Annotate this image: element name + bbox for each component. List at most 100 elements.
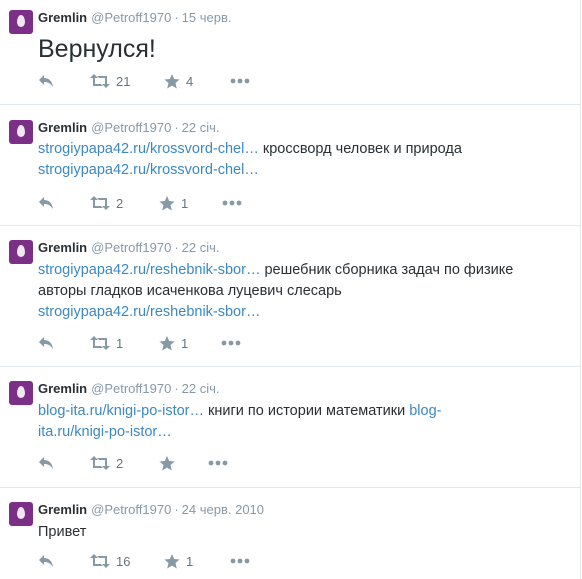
reply-button[interactable] <box>38 193 54 213</box>
more-button[interactable] <box>208 453 228 473</box>
more-button[interactable] <box>221 333 241 353</box>
timestamp[interactable]: 24 черв. 2010 <box>182 502 264 517</box>
more-icon <box>208 460 228 466</box>
favorite-button[interactable]: 1 <box>159 193 188 213</box>
user-name[interactable]: Gremlin <box>38 120 87 135</box>
user-handle[interactable]: @Petroff1970 <box>91 120 171 135</box>
reply-icon <box>38 554 54 568</box>
user-name[interactable]: Gremlin <box>38 381 87 396</box>
tweet-header: Gremlin @Petroff1970 · 22 січ. <box>38 381 220 397</box>
reply-button[interactable] <box>38 453 54 473</box>
more-button[interactable] <box>230 551 250 571</box>
favorite-button[interactable]: 1 <box>159 333 188 353</box>
retweet-count: 2 <box>116 195 124 211</box>
more-icon <box>221 340 241 346</box>
avatar[interactable] <box>9 502 33 526</box>
user-handle[interactable]: @Petroff1970 <box>91 381 171 396</box>
retweet-icon <box>90 74 110 88</box>
egg-icon <box>17 507 25 519</box>
tweet-text-plain: кроссворд человек и природа <box>258 141 462 157</box>
tweet-text-plain: книги по истории математики <box>204 403 410 419</box>
tweet-link[interactable]: strogiypapa42.ru/krossvord-chel… <box>38 162 259 178</box>
separator: · <box>174 120 179 135</box>
user-name[interactable]: Gremlin <box>38 502 87 517</box>
avatar[interactable] <box>9 120 33 144</box>
tweet[interactable]: Gremlin @Petroff1970 · 15 черв. Вернулся! 2… <box>0 0 581 105</box>
tweet-text-plain: решебник сборника задач по физике <box>260 262 514 278</box>
tweet-link[interactable]: blog-ita.ru/knigi-po-istor… <box>38 403 204 419</box>
egg-icon <box>17 125 25 137</box>
avatar[interactable] <box>9 240 33 264</box>
reply-icon <box>38 74 54 88</box>
egg-icon <box>17 15 25 27</box>
separator: · <box>174 381 179 396</box>
timestamp[interactable]: 22 січ. <box>182 120 220 135</box>
separator: · <box>174 10 179 25</box>
tweet[interactable]: Gremlin @Petroff1970 · 24 черв. 2010 Привет… <box>0 488 581 579</box>
user-name[interactable]: Gremlin <box>38 240 87 255</box>
retweet-count: 16 <box>116 553 131 569</box>
tweet-text: Привет <box>38 524 87 540</box>
user-name[interactable]: Gremlin <box>38 10 87 25</box>
tweet-link[interactable]: strogiypapa42.ru/reshebnik-sbor… <box>38 262 260 278</box>
separator: · <box>174 240 179 255</box>
retweet-button[interactable]: 21 <box>90 71 130 91</box>
tweet-link[interactable]: ita.ru/knigi-po-istor… <box>38 424 172 440</box>
favorite-icon <box>159 195 175 211</box>
retweet-count: 1 <box>116 335 124 351</box>
tweet-header: Gremlin @Petroff1970 · 15 черв. <box>38 10 231 26</box>
tweet[interactable]: Gremlin @Petroff1970 · 22 січ. blog-ita.ru/… <box>0 367 581 488</box>
favorite-button[interactable]: 4 <box>164 71 193 91</box>
tweet-link[interactable]: strogiypapa42.ru/reshebnik-sbor… <box>38 304 260 320</box>
retweet-button[interactable]: 2 <box>90 193 123 213</box>
retweet-icon <box>90 554 110 568</box>
favorite-icon <box>159 335 175 351</box>
reply-icon <box>38 196 54 210</box>
user-handle[interactable]: @Petroff1970 <box>91 502 171 517</box>
timestamp[interactable]: 22 січ. <box>182 240 220 255</box>
timestamp[interactable]: 15 черв. <box>182 10 232 25</box>
egg-icon <box>17 386 25 398</box>
retweet-button[interactable]: 1 <box>90 333 123 353</box>
tweet-link[interactable]: strogiypapa42.ru/krossvord-chel… <box>38 141 259 157</box>
reply-button[interactable] <box>38 551 54 571</box>
tweet-text-plain: авторы гладков исаченкова луцевич слесар… <box>38 283 342 299</box>
retweet-button[interactable]: 16 <box>90 551 130 571</box>
favorite-button[interactable] <box>159 453 181 473</box>
more-icon <box>230 78 250 84</box>
favorite-count: 4 <box>186 73 194 89</box>
tweet[interactable]: Gremlin @Petroff1970 · 22 січ. strogiypapa4… <box>0 226 581 367</box>
avatar[interactable] <box>9 381 33 405</box>
favorite-count: 1 <box>186 553 194 569</box>
reply-button[interactable] <box>38 71 54 91</box>
more-button[interactable] <box>222 193 242 213</box>
tweet-text: strogiypapa42.ru/krossvord-chel… кроссво… <box>38 139 573 181</box>
more-icon <box>230 558 250 564</box>
retweet-count: 21 <box>116 73 131 89</box>
favorite-icon <box>164 73 180 89</box>
tweet-text: Вернулся! <box>38 35 156 63</box>
favorite-count: 1 <box>181 335 189 351</box>
user-handle[interactable]: @Petroff1970 <box>91 240 171 255</box>
reply-icon <box>38 456 54 470</box>
more-button[interactable] <box>230 71 250 91</box>
favorite-count: 1 <box>181 195 189 211</box>
tweet-text: blog-ita.ru/knigi-po-istor… книги по ист… <box>38 401 573 443</box>
avatar[interactable] <box>9 10 33 34</box>
tweet-link[interactable]: blog- <box>409 403 441 419</box>
retweet-icon <box>90 336 110 350</box>
retweet-button[interactable]: 2 <box>90 453 123 473</box>
egg-icon <box>17 245 25 257</box>
reply-icon <box>38 336 54 350</box>
tweet-header: Gremlin @Petroff1970 · 22 січ. <box>38 240 220 256</box>
separator: · <box>174 502 179 517</box>
tweet[interactable]: Gremlin @Petroff1970 · 22 січ. strogiypapa4… <box>0 105 581 226</box>
retweet-count: 2 <box>116 455 124 471</box>
favorite-button[interactable]: 1 <box>164 551 193 571</box>
more-icon <box>222 200 242 206</box>
timestamp[interactable]: 22 січ. <box>182 381 220 396</box>
user-handle[interactable]: @Petroff1970 <box>91 10 171 25</box>
timeline: Gremlin @Petroff1970 · 15 черв. Вернулся! 2… <box>0 0 581 579</box>
reply-button[interactable] <box>38 333 54 353</box>
favorite-icon <box>164 553 180 569</box>
